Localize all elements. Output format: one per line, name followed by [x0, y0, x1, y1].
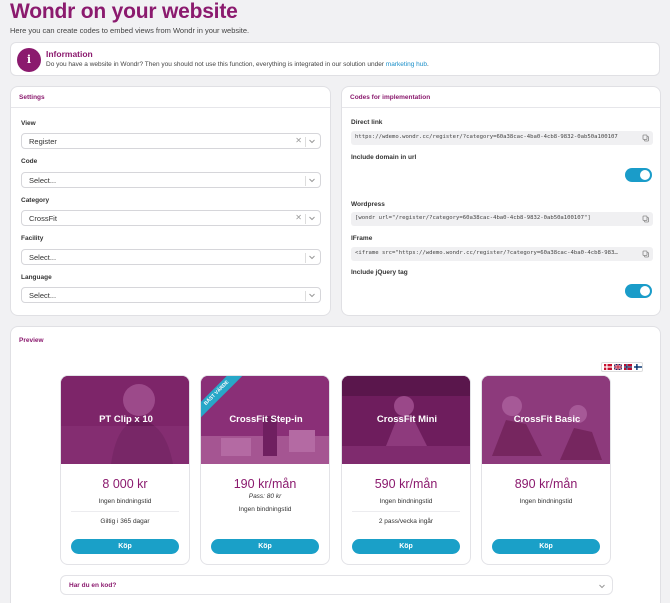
- page-subtitle: Here you can create codes to embed views…: [10, 26, 250, 35]
- facility-label: Facility: [21, 235, 44, 242]
- copy-icon[interactable]: [642, 250, 650, 258]
- product-card: CrossFit Mini 590 kr/mån Ingen bindnings…: [341, 375, 471, 565]
- product-image: PT Clip x 10: [61, 376, 189, 464]
- iframe-text: <iframe src="https://wdemo.wondr.cc/regi…: [355, 250, 618, 256]
- view-select[interactable]: Register ✕: [21, 133, 321, 149]
- direct-link-label: Direct link: [351, 119, 383, 126]
- iframe-code[interactable]: <iframe src="https://wdemo.wondr.cc/regi…: [351, 247, 653, 261]
- include-jquery-label: Include jQuery tag: [351, 269, 408, 276]
- product-binding: Ingen bindningstid: [238, 506, 292, 513]
- wordpress-label: Wordpress: [351, 201, 385, 208]
- marketing-hub-link[interactable]: marketing hub: [386, 61, 427, 68]
- divider: [305, 176, 306, 186]
- buy-button[interactable]: Köp: [211, 539, 319, 554]
- toggle-knob: [640, 286, 650, 296]
- clear-icon[interactable]: ✕: [295, 213, 302, 222]
- product-image: BÄST VÄRDE CrossFit Step-in: [201, 376, 329, 464]
- copy-icon[interactable]: [642, 215, 650, 223]
- chevron-down-icon[interactable]: [308, 214, 316, 222]
- product-binding: Ingen bindningstid: [379, 498, 433, 505]
- product-validity: Giltig i 365 dagar: [100, 518, 150, 525]
- language-label: Language: [21, 274, 52, 281]
- buy-button[interactable]: Köp: [71, 539, 179, 554]
- product-price: 8 000 kr: [102, 477, 148, 491]
- wordpress-text: [wondr url="/register/?category=60a38cac…: [355, 215, 591, 221]
- facility-value: Select...: [29, 253, 57, 262]
- code-select[interactable]: Select...: [21, 172, 321, 188]
- language-select[interactable]: Select...: [21, 287, 321, 303]
- product-included: 2 pass/vecka ingår: [378, 518, 434, 525]
- divider: [305, 214, 306, 224]
- chevron-down-icon[interactable]: [308, 176, 316, 184]
- include-domain-toggle[interactable]: [625, 168, 652, 182]
- discount-code-label: Har du en kod?: [69, 582, 117, 589]
- language-selector[interactable]: [601, 362, 643, 372]
- view-value: Register: [29, 137, 57, 146]
- product-name: CrossFit Mini: [376, 414, 438, 425]
- copy-icon[interactable]: [642, 134, 650, 142]
- code-label: Code: [21, 158, 38, 165]
- chevron-down-icon[interactable]: [308, 253, 316, 261]
- flag-dk-icon[interactable]: [604, 364, 612, 370]
- iframe-label: IFrame: [351, 235, 373, 242]
- info-icon: i: [17, 48, 41, 72]
- settings-card: Settings View Register ✕ Code Select... …: [10, 86, 331, 316]
- wordpress-code[interactable]: [wondr url="/register/?category=60a38cac…: [351, 212, 653, 226]
- product-card: BÄST VÄRDE CrossFit Step-in 190 kr/mån P…: [200, 375, 330, 565]
- category-label: Category: [21, 197, 50, 204]
- product-image: CrossFit Basic: [482, 376, 610, 464]
- divider: [71, 511, 179, 512]
- product-binding: Ingen bindningstid: [98, 498, 152, 505]
- chevron-down-icon[interactable]: [598, 582, 606, 590]
- divider: [342, 107, 660, 108]
- language-value: Select...: [29, 291, 57, 300]
- product-pass-price: Pass: 80 kr: [248, 493, 282, 500]
- info-box: i Information Do you have a website in W…: [10, 42, 660, 76]
- product-card: PT Clip x 10 8 000 kr Ingen bindningstid…: [60, 375, 190, 565]
- product-name: CrossFit Basic: [513, 414, 581, 425]
- divider: [352, 511, 460, 512]
- divider: [305, 137, 306, 147]
- codes-card: Codes for implementation Direct link htt…: [341, 86, 661, 316]
- chevron-down-icon[interactable]: [308, 137, 316, 145]
- flag-fi-icon[interactable]: [634, 364, 642, 370]
- flag-gb-icon[interactable]: [614, 364, 622, 370]
- product-image: CrossFit Mini: [342, 376, 470, 464]
- category-value: CrossFit: [29, 214, 57, 223]
- direct-link-code[interactable]: https://wdemo.wondr.cc/register/?categor…: [351, 131, 653, 145]
- product-card: CrossFit Basic 890 kr/mån Ingen bindning…: [481, 375, 611, 565]
- buy-button[interactable]: Köp: [492, 539, 600, 554]
- product-price: 190 kr/mån: [233, 477, 297, 491]
- buy-button[interactable]: Köp: [352, 539, 460, 554]
- product-price: 890 kr/mån: [514, 477, 578, 491]
- toggle-knob: [640, 170, 650, 180]
- settings-title: Settings: [19, 94, 45, 101]
- product-name: PT Clip x 10: [99, 414, 153, 425]
- include-domain-label: Include domain in url: [351, 154, 417, 161]
- flag-no-icon[interactable]: [624, 364, 632, 370]
- info-text: Do you have a website in Wondr? Then you…: [46, 61, 429, 68]
- category-select[interactable]: CrossFit ✕: [21, 210, 321, 226]
- preview-title: Preview: [19, 337, 44, 344]
- product-price: 590 kr/mån: [374, 477, 438, 491]
- facility-select[interactable]: Select...: [21, 249, 321, 265]
- code-value: Select...: [29, 176, 57, 185]
- discount-code-toggle[interactable]: Har du en kod?: [60, 575, 613, 595]
- chevron-down-icon[interactable]: [308, 291, 316, 299]
- divider: [305, 291, 306, 301]
- product-name: CrossFit Step-in: [229, 414, 303, 425]
- clear-icon[interactable]: ✕: [295, 136, 302, 145]
- info-title: Information: [46, 49, 93, 59]
- codes-title: Codes for implementation: [350, 94, 431, 101]
- include-jquery-toggle[interactable]: [625, 284, 652, 298]
- divider: [305, 253, 306, 263]
- divider: [11, 107, 330, 108]
- page-title: Wondr on your website: [10, 0, 238, 23]
- view-label: View: [21, 120, 36, 127]
- product-binding: Ingen bindningstid: [519, 498, 573, 505]
- direct-link-text: https://wdemo.wondr.cc/register/?categor…: [355, 134, 618, 140]
